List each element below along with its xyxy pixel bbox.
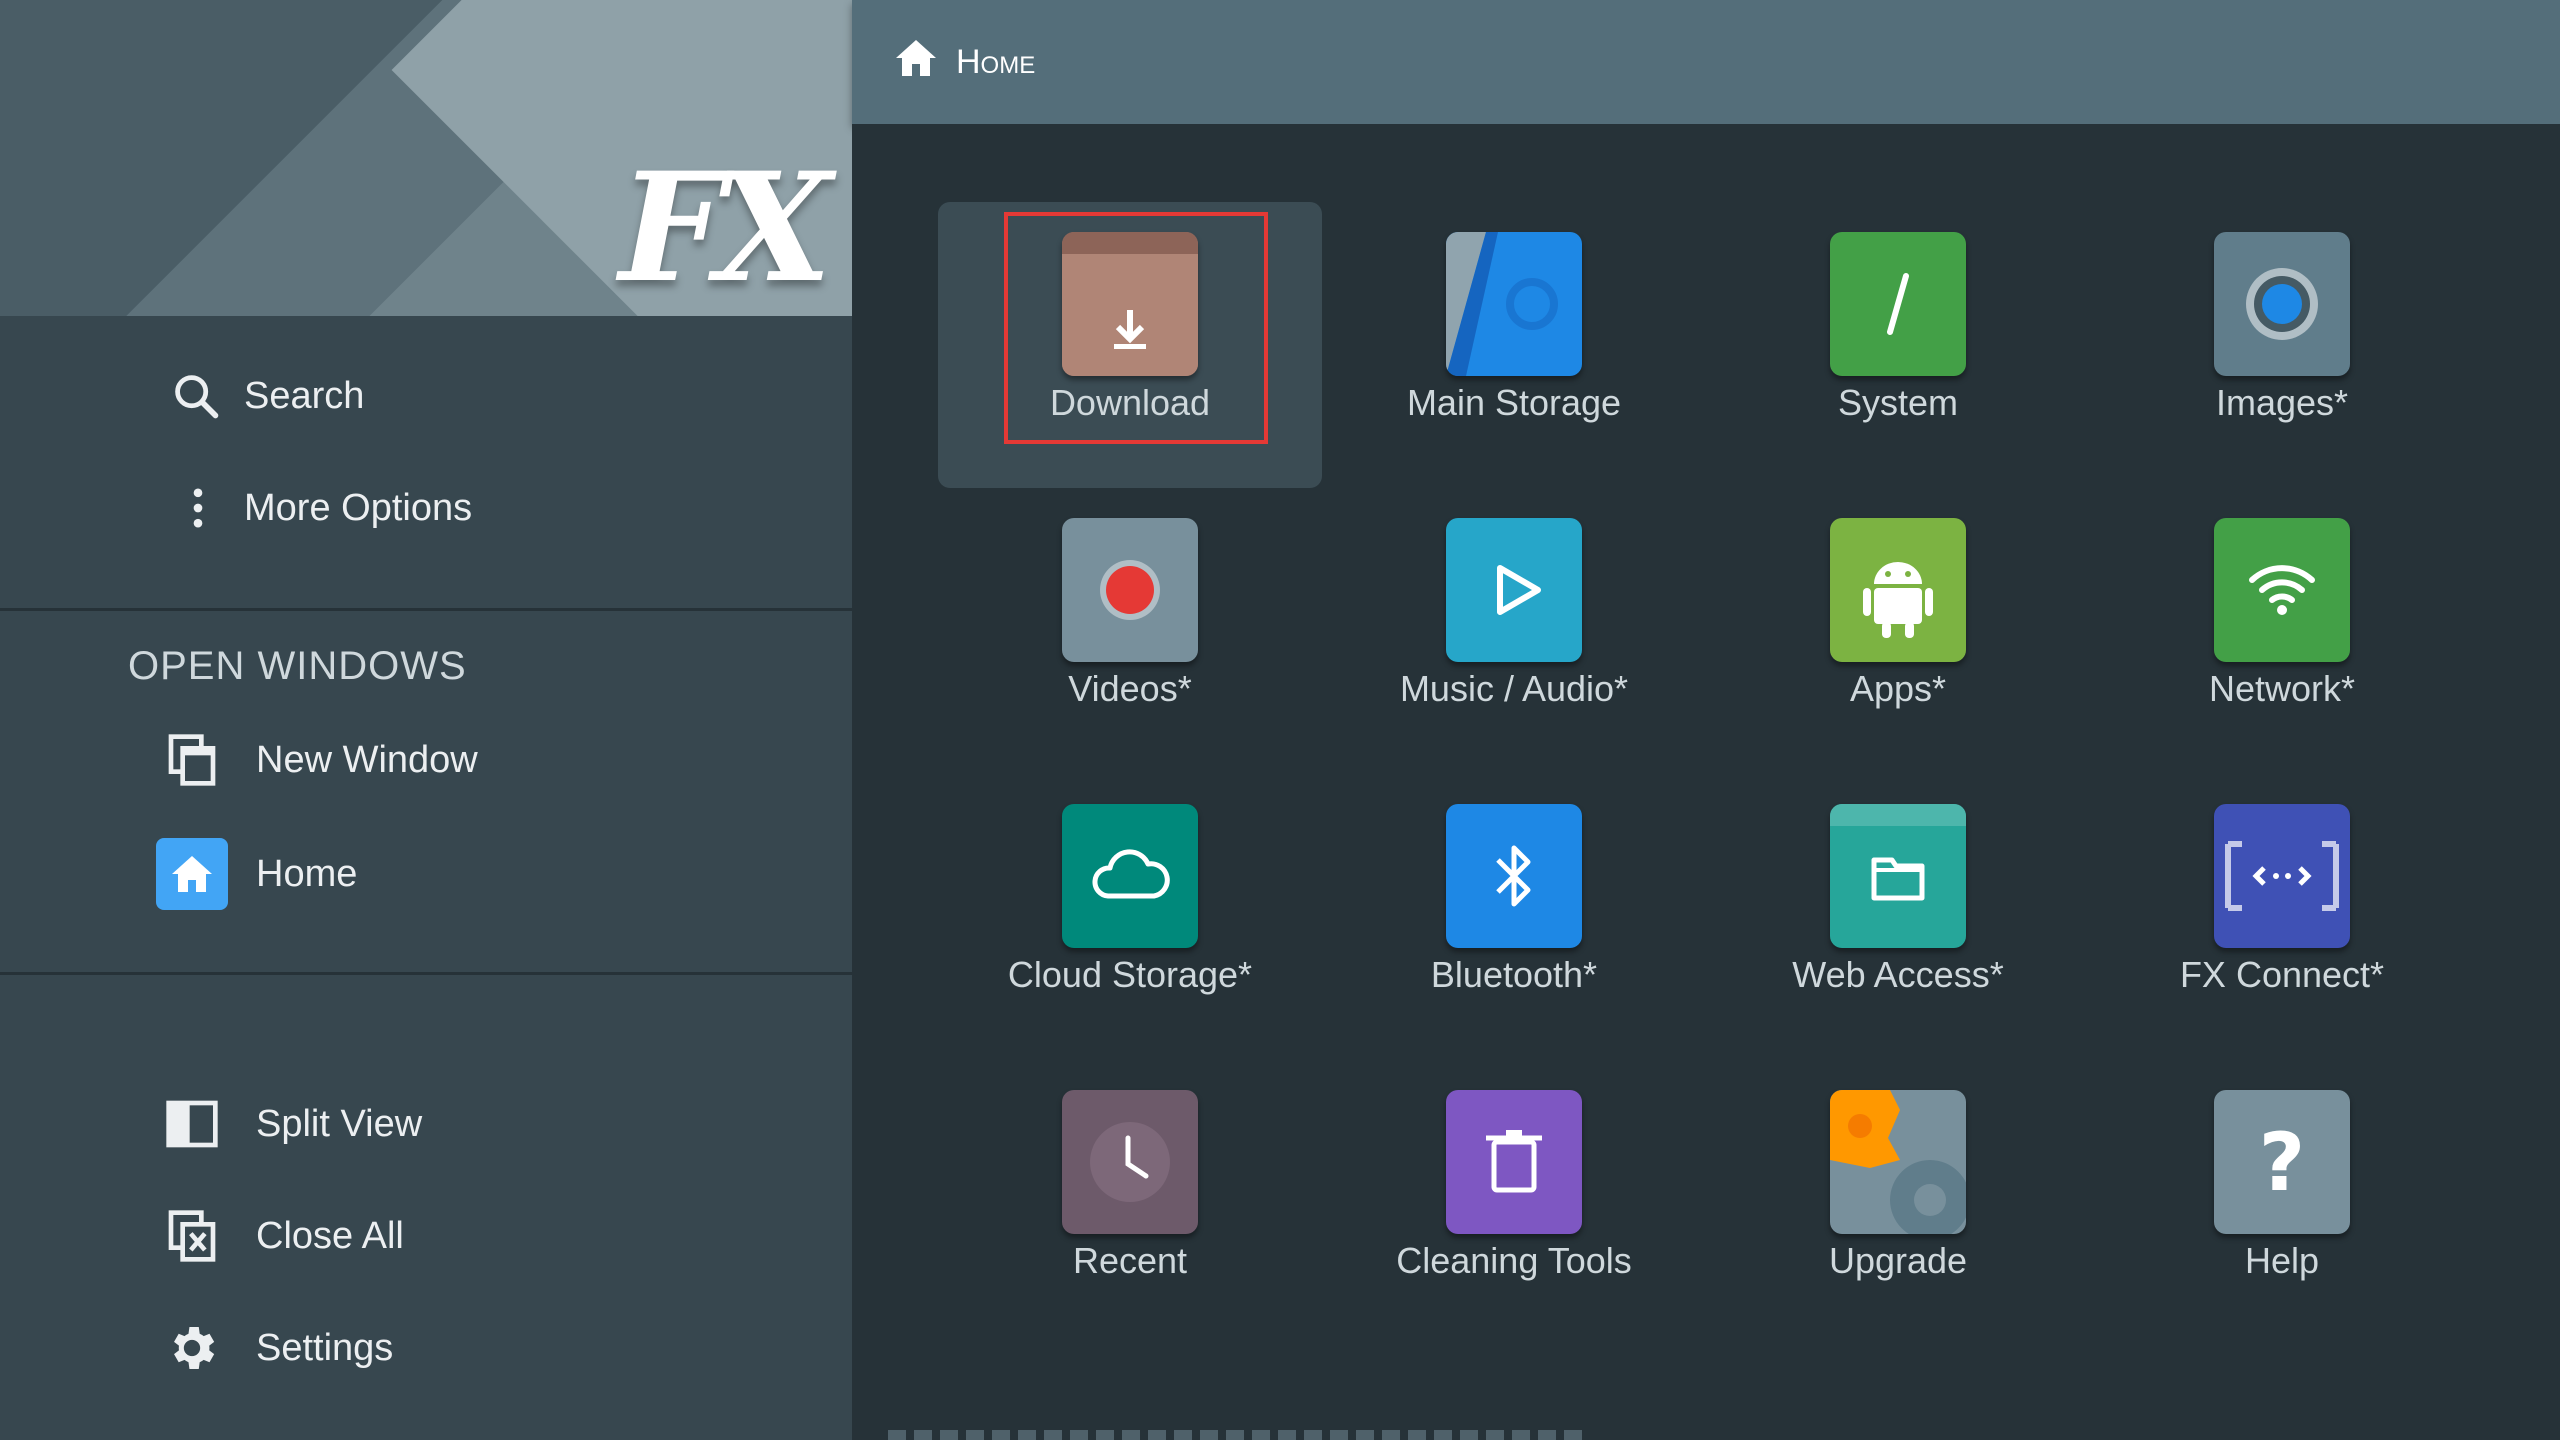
download-folder-icon	[1062, 232, 1198, 376]
more-options-label: More Options	[244, 486, 473, 529]
split-view-item[interactable]: Split View	[0, 1076, 852, 1172]
system-slash-icon	[1830, 232, 1966, 376]
tile-network[interactable]: Network*	[2090, 488, 2474, 774]
home-label: Home	[256, 852, 358, 895]
search-item[interactable]: Search	[0, 348, 852, 444]
sidebar-divider	[0, 972, 852, 975]
sidebar: FX Search More Options OPEN WINDOWS New …	[0, 0, 852, 1440]
new-window-icon	[160, 728, 224, 792]
clock-icon	[1062, 1090, 1198, 1234]
new-window-label: New Window	[256, 738, 478, 781]
tile-label: Videos*	[1068, 668, 1192, 709]
breadcrumb[interactable]: Home	[892, 34, 1035, 90]
android-icon	[1830, 518, 1966, 662]
play-icon	[1446, 518, 1582, 662]
tile-label: Upgrade	[1828, 1240, 1968, 1281]
tile-label: Download	[1049, 382, 1211, 423]
web-folder-icon	[1830, 804, 1966, 948]
close-all-icon	[160, 1204, 224, 1268]
storage-icon	[1446, 232, 1582, 376]
app-window: FX Search More Options OPEN WINDOWS New …	[0, 0, 2560, 1440]
tile-label: System	[1837, 382, 1959, 423]
fx-logo: FX	[619, 140, 832, 316]
tile-recent[interactable]: Recent	[938, 1060, 1322, 1346]
camera-lens-icon	[2214, 232, 2350, 376]
tile-system[interactable]: System	[1706, 202, 2090, 488]
wifi-icon	[2214, 518, 2350, 662]
tile-label: Music / Audio*	[1399, 668, 1629, 709]
tile-apps[interactable]: Apps*	[1706, 488, 2090, 774]
tile-bluetooth[interactable]: Bluetooth*	[1322, 774, 1706, 1060]
search-label: Search	[244, 374, 365, 417]
breadcrumb-label: Home	[956, 42, 1036, 81]
tile-download[interactable]: Download	[938, 202, 1322, 488]
gear-icon	[160, 1316, 224, 1380]
home-window-item[interactable]: Home	[0, 826, 852, 922]
sidebar-divider	[0, 608, 852, 611]
split-view-label: Split View	[256, 1102, 423, 1145]
connect-icon	[2214, 804, 2350, 948]
bluetooth-icon	[1446, 804, 1582, 948]
record-icon	[1062, 518, 1198, 662]
svg-text:?: ?	[2259, 1116, 2305, 1209]
tile-label: Cloud Storage*	[1007, 954, 1253, 995]
home-grid: Download Main Storage System Images* Vid	[852, 124, 2560, 1440]
tile-main-storage[interactable]: Main Storage	[1322, 202, 1706, 488]
cloud-icon	[1062, 804, 1198, 948]
sidebar-header: FX	[0, 0, 852, 316]
tile-label: FX Connect*	[2179, 954, 2385, 995]
home-icon	[892, 34, 940, 91]
tile-label: Main Storage	[1406, 382, 1622, 423]
settings-label: Settings	[256, 1326, 394, 1369]
tile-label: Recent	[1072, 1240, 1188, 1281]
split-view-icon	[160, 1092, 224, 1156]
tile-upgrade[interactable]: Upgrade	[1706, 1060, 2090, 1346]
open-windows-heading: OPEN WINDOWS	[128, 644, 467, 688]
tile-videos[interactable]: Videos*	[938, 488, 1322, 774]
tile-help[interactable]: ? Help	[2090, 1060, 2474, 1346]
new-window-item[interactable]: New Window	[0, 712, 852, 808]
tile-label: Help	[2244, 1240, 2320, 1281]
tile-music-audio[interactable]: Music / Audio*	[1322, 488, 1706, 774]
tile-cleaning-tools[interactable]: Cleaning Tools	[1322, 1060, 1706, 1346]
section-heading-partial	[888, 1430, 1588, 1440]
home-icon	[156, 838, 228, 910]
close-all-label: Close All	[256, 1214, 404, 1257]
close-all-item[interactable]: Close All	[0, 1188, 852, 1284]
help-icon: ?	[2214, 1090, 2350, 1234]
tile-label: Apps*	[1849, 668, 1947, 709]
top-bar: Home	[852, 0, 2560, 124]
tile-label: Bluetooth*	[1430, 954, 1598, 995]
tile-label: Web Access*	[1792, 954, 2004, 995]
more-options-item[interactable]: More Options	[0, 460, 852, 556]
trash-icon	[1446, 1090, 1582, 1234]
more-vert-icon	[166, 476, 230, 540]
tile-fx-connect[interactable]: FX Connect*	[2090, 774, 2474, 1060]
tile-cloud-storage[interactable]: Cloud Storage*	[938, 774, 1322, 1060]
tile-web-access[interactable]: Web Access*	[1706, 774, 2090, 1060]
tile-label: Network*	[2208, 668, 2356, 709]
tile-images[interactable]: Images*	[2090, 202, 2474, 488]
search-icon	[164, 364, 228, 428]
upgrade-gear-icon	[1830, 1090, 1966, 1234]
tile-label: Cleaning Tools	[1396, 1240, 1632, 1281]
tile-label: Images*	[2215, 382, 2349, 423]
settings-item[interactable]: Settings	[0, 1300, 852, 1396]
